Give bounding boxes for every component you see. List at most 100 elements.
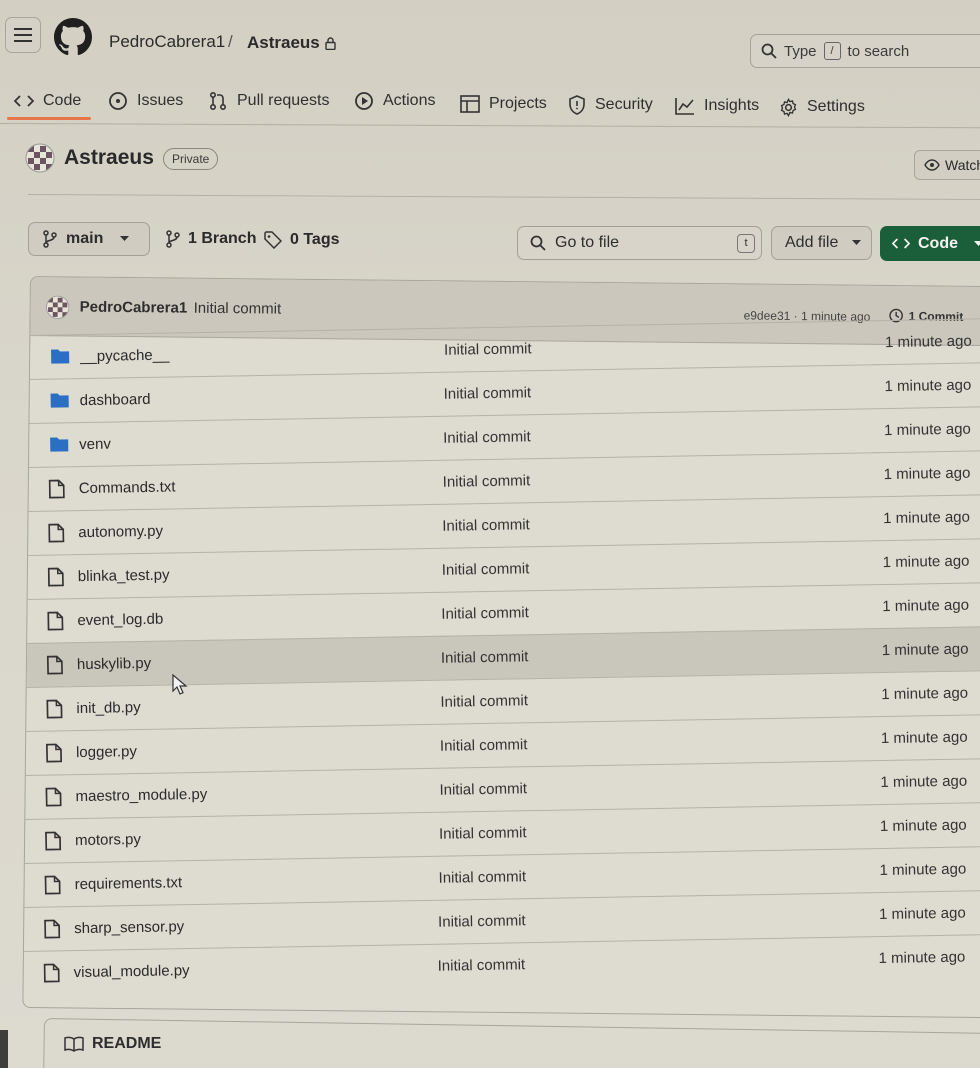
file-name-link[interactable]: maestro_module.py bbox=[75, 786, 207, 805]
file-icon bbox=[45, 787, 65, 807]
file-name-link[interactable]: logger.py bbox=[76, 743, 137, 761]
file-commit-time: 1 minute ago bbox=[880, 772, 968, 792]
file-commit-time: 1 minute ago bbox=[879, 860, 967, 880]
file-commit-message-link[interactable]: Initial commit bbox=[439, 824, 527, 843]
file-icon bbox=[48, 479, 69, 499]
go-to-file-placeholder: Go to file bbox=[555, 234, 620, 251]
hamburger-menu-button[interactable] bbox=[5, 17, 41, 53]
screen: PedroCabrera1 / Astraeus Type / to searc… bbox=[0, 0, 980, 1068]
file-name-link[interactable]: dashboard bbox=[80, 391, 151, 409]
tab-insights[interactable]: Insights bbox=[675, 93, 759, 119]
file-icon bbox=[47, 567, 68, 587]
readme-header[interactable]: README bbox=[64, 1035, 161, 1053]
watch-button[interactable]: Watch bbox=[914, 150, 980, 180]
mouse-cursor-icon bbox=[172, 674, 188, 696]
file-commit-message-link[interactable]: Initial commit bbox=[441, 604, 529, 623]
git-branch-icon bbox=[43, 230, 57, 248]
gear-icon bbox=[779, 97, 798, 117]
breadcrumb-owner[interactable]: PedroCabrera1 bbox=[109, 32, 225, 52]
repo-title[interactable]: Astraeus bbox=[64, 146, 154, 170]
tab-pull-requests-label: Pull requests bbox=[237, 92, 330, 109]
tab-security[interactable]: Security bbox=[568, 92, 653, 118]
folder-icon bbox=[50, 347, 70, 365]
book-icon bbox=[64, 1036, 84, 1052]
file-name-link[interactable]: init_db.py bbox=[76, 699, 141, 717]
file-commit-message-link[interactable]: Initial commit bbox=[442, 516, 530, 535]
tab-security-label: Security bbox=[595, 96, 653, 113]
file-commit-message-link[interactable]: Initial commit bbox=[438, 868, 526, 887]
file-commit-message-link[interactable]: Initial commit bbox=[441, 648, 529, 667]
file-commit-message-link[interactable]: Initial commit bbox=[442, 560, 530, 579]
tab-code[interactable]: Code bbox=[14, 88, 81, 114]
file-name-link[interactable]: requirements.txt bbox=[74, 874, 182, 893]
file-name-link[interactable]: __pycache__ bbox=[80, 347, 170, 366]
global-search-input[interactable]: Type / to search bbox=[750, 34, 980, 68]
tab-projects-label: Projects bbox=[489, 95, 547, 112]
add-file-button[interactable]: Add file bbox=[771, 226, 872, 260]
file-commit-message-link[interactable]: Initial commit bbox=[443, 384, 531, 403]
tab-actions[interactable]: Actions bbox=[354, 88, 435, 114]
tag-icon bbox=[264, 231, 282, 249]
file-name-link[interactable]: venv bbox=[79, 436, 111, 454]
file-commit-message-link[interactable]: Initial commit bbox=[439, 780, 527, 799]
file-icon bbox=[46, 699, 66, 719]
chevron-down-icon bbox=[852, 240, 862, 246]
file-name-link[interactable]: huskylib.py bbox=[77, 655, 151, 673]
repo-avatar bbox=[25, 143, 55, 173]
lock-icon bbox=[325, 36, 336, 50]
file-commit-message-link[interactable]: Initial commit bbox=[443, 472, 531, 491]
play-icon bbox=[354, 91, 374, 111]
github-logo-icon[interactable] bbox=[54, 18, 92, 56]
folder-icon bbox=[50, 391, 70, 409]
tab-projects[interactable]: Projects bbox=[460, 91, 547, 117]
file-name-link[interactable]: visual_module.py bbox=[74, 962, 190, 981]
tab-actions-label: Actions bbox=[383, 92, 436, 109]
file-commit-message-link[interactable]: Initial commit bbox=[438, 912, 526, 931]
commit-message-link[interactable]: Initial commit bbox=[194, 300, 282, 318]
branch-name: main bbox=[66, 230, 104, 247]
commit-author-link[interactable]: PedroCabrera1 bbox=[80, 299, 188, 317]
shield-icon bbox=[568, 95, 586, 115]
file-commit-message-link[interactable]: Initial commit bbox=[437, 956, 525, 975]
file-commit-time: 1 minute ago bbox=[882, 552, 970, 572]
branch-count-link[interactable]: 1 Branch bbox=[166, 230, 256, 248]
tab-settings-label: Settings bbox=[807, 98, 865, 115]
avatar[interactable] bbox=[46, 295, 70, 319]
title-divider bbox=[27, 194, 980, 201]
branch-select-button[interactable]: main bbox=[28, 222, 150, 256]
file-commit-time: 1 minute ago bbox=[880, 728, 968, 748]
file-name-link[interactable]: sharp_sensor.py bbox=[74, 918, 184, 937]
file-name-link[interactable]: autonomy.py bbox=[78, 523, 163, 541]
tab-pull-requests[interactable]: Pull requests bbox=[208, 88, 330, 114]
file-commit-time: 1 minute ago bbox=[883, 464, 971, 484]
tab-settings[interactable]: Settings bbox=[779, 94, 865, 120]
file-name-link[interactable]: event_log.db bbox=[77, 611, 163, 629]
add-file-label: Add file bbox=[785, 234, 839, 251]
file-icon bbox=[47, 611, 67, 631]
file-commit-message-link[interactable]: Initial commit bbox=[443, 428, 531, 447]
file-icon bbox=[45, 743, 66, 763]
file-icon bbox=[43, 963, 64, 983]
file-name-link[interactable]: blinka_test.py bbox=[78, 567, 170, 586]
go-to-file-input[interactable]: Go to file t bbox=[517, 226, 762, 260]
file-name-link[interactable]: Commands.txt bbox=[79, 478, 176, 497]
branch-count-label: 1 Branch bbox=[188, 230, 257, 247]
file-commit-time: 1 minute ago bbox=[882, 596, 970, 616]
file-commit-message-link[interactable]: Initial commit bbox=[440, 736, 528, 755]
file-commit-time: 1 minute ago bbox=[879, 816, 967, 836]
visibility-badge: Private bbox=[163, 148, 219, 170]
breadcrumb-separator: / bbox=[228, 32, 233, 51]
file-commit-message-link[interactable]: Initial commit bbox=[444, 340, 532, 359]
hamburger-icon bbox=[14, 28, 32, 42]
breadcrumb-repo[interactable]: Astraeus bbox=[247, 33, 336, 53]
go-to-file-shortcut-key: t bbox=[737, 233, 755, 253]
file-name-link[interactable]: motors.py bbox=[75, 831, 141, 849]
git-branch-icon bbox=[166, 230, 180, 248]
tab-issues[interactable]: Issues bbox=[108, 88, 183, 114]
chevron-down-icon bbox=[974, 240, 980, 247]
code-dropdown-button[interactable]: Code bbox=[880, 226, 980, 261]
active-tab-indicator bbox=[7, 117, 91, 120]
file-icon bbox=[45, 831, 65, 851]
tags-count-link[interactable]: 0 Tags bbox=[264, 231, 340, 249]
file-commit-message-link[interactable]: Initial commit bbox=[440, 692, 528, 711]
